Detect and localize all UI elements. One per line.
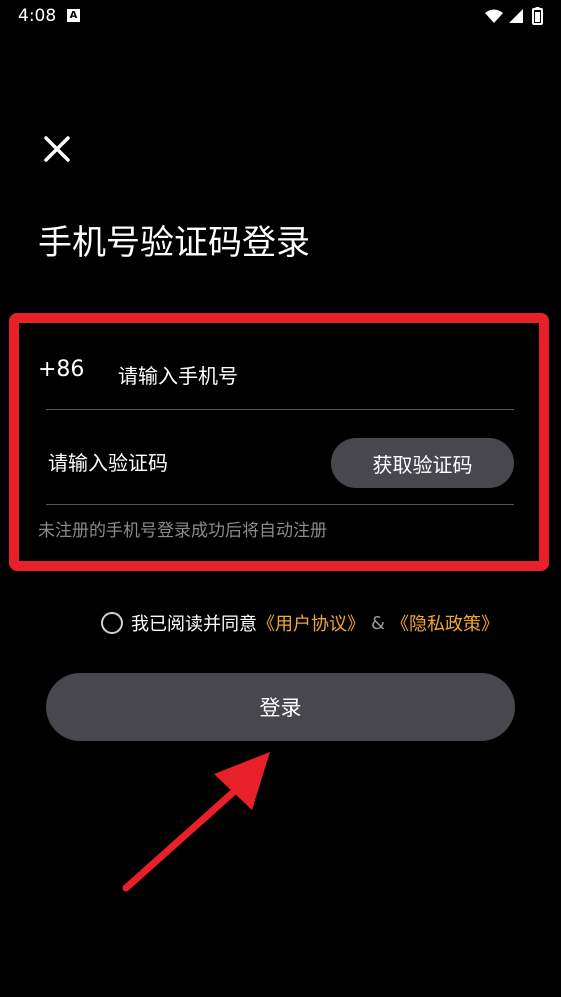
status-bar: 4:08 A bbox=[0, 0, 561, 34]
agreement-row: 我已阅读并同意 《用户协议》 & 《隐私政策》 bbox=[101, 610, 499, 636]
pointer-arrow-icon bbox=[122, 752, 270, 892]
agreement-text: 我已阅读并同意 bbox=[131, 614, 257, 635]
highlight-annotation-box bbox=[9, 313, 549, 571]
agreement-radio[interactable] bbox=[101, 612, 123, 634]
login-button[interactable]: 登录 bbox=[46, 673, 515, 741]
privacy-policy-link[interactable]: 《隐私政策》 bbox=[391, 610, 499, 636]
agreement-separator: & bbox=[371, 612, 386, 634]
close-icon[interactable] bbox=[38, 130, 76, 168]
login-screen: 4:08 A 手机号验证码登录 +86 获取验证码 未注册的手机号登录成功后将自… bbox=[0, 0, 561, 997]
status-time: 4:08 bbox=[18, 6, 57, 26]
signal-wifi-battery-icon bbox=[485, 7, 543, 25]
notification-icon: A bbox=[67, 9, 80, 22]
user-agreement-link[interactable]: 《用户协议》 bbox=[257, 610, 365, 636]
page-title: 手机号验证码登录 bbox=[38, 223, 310, 263]
